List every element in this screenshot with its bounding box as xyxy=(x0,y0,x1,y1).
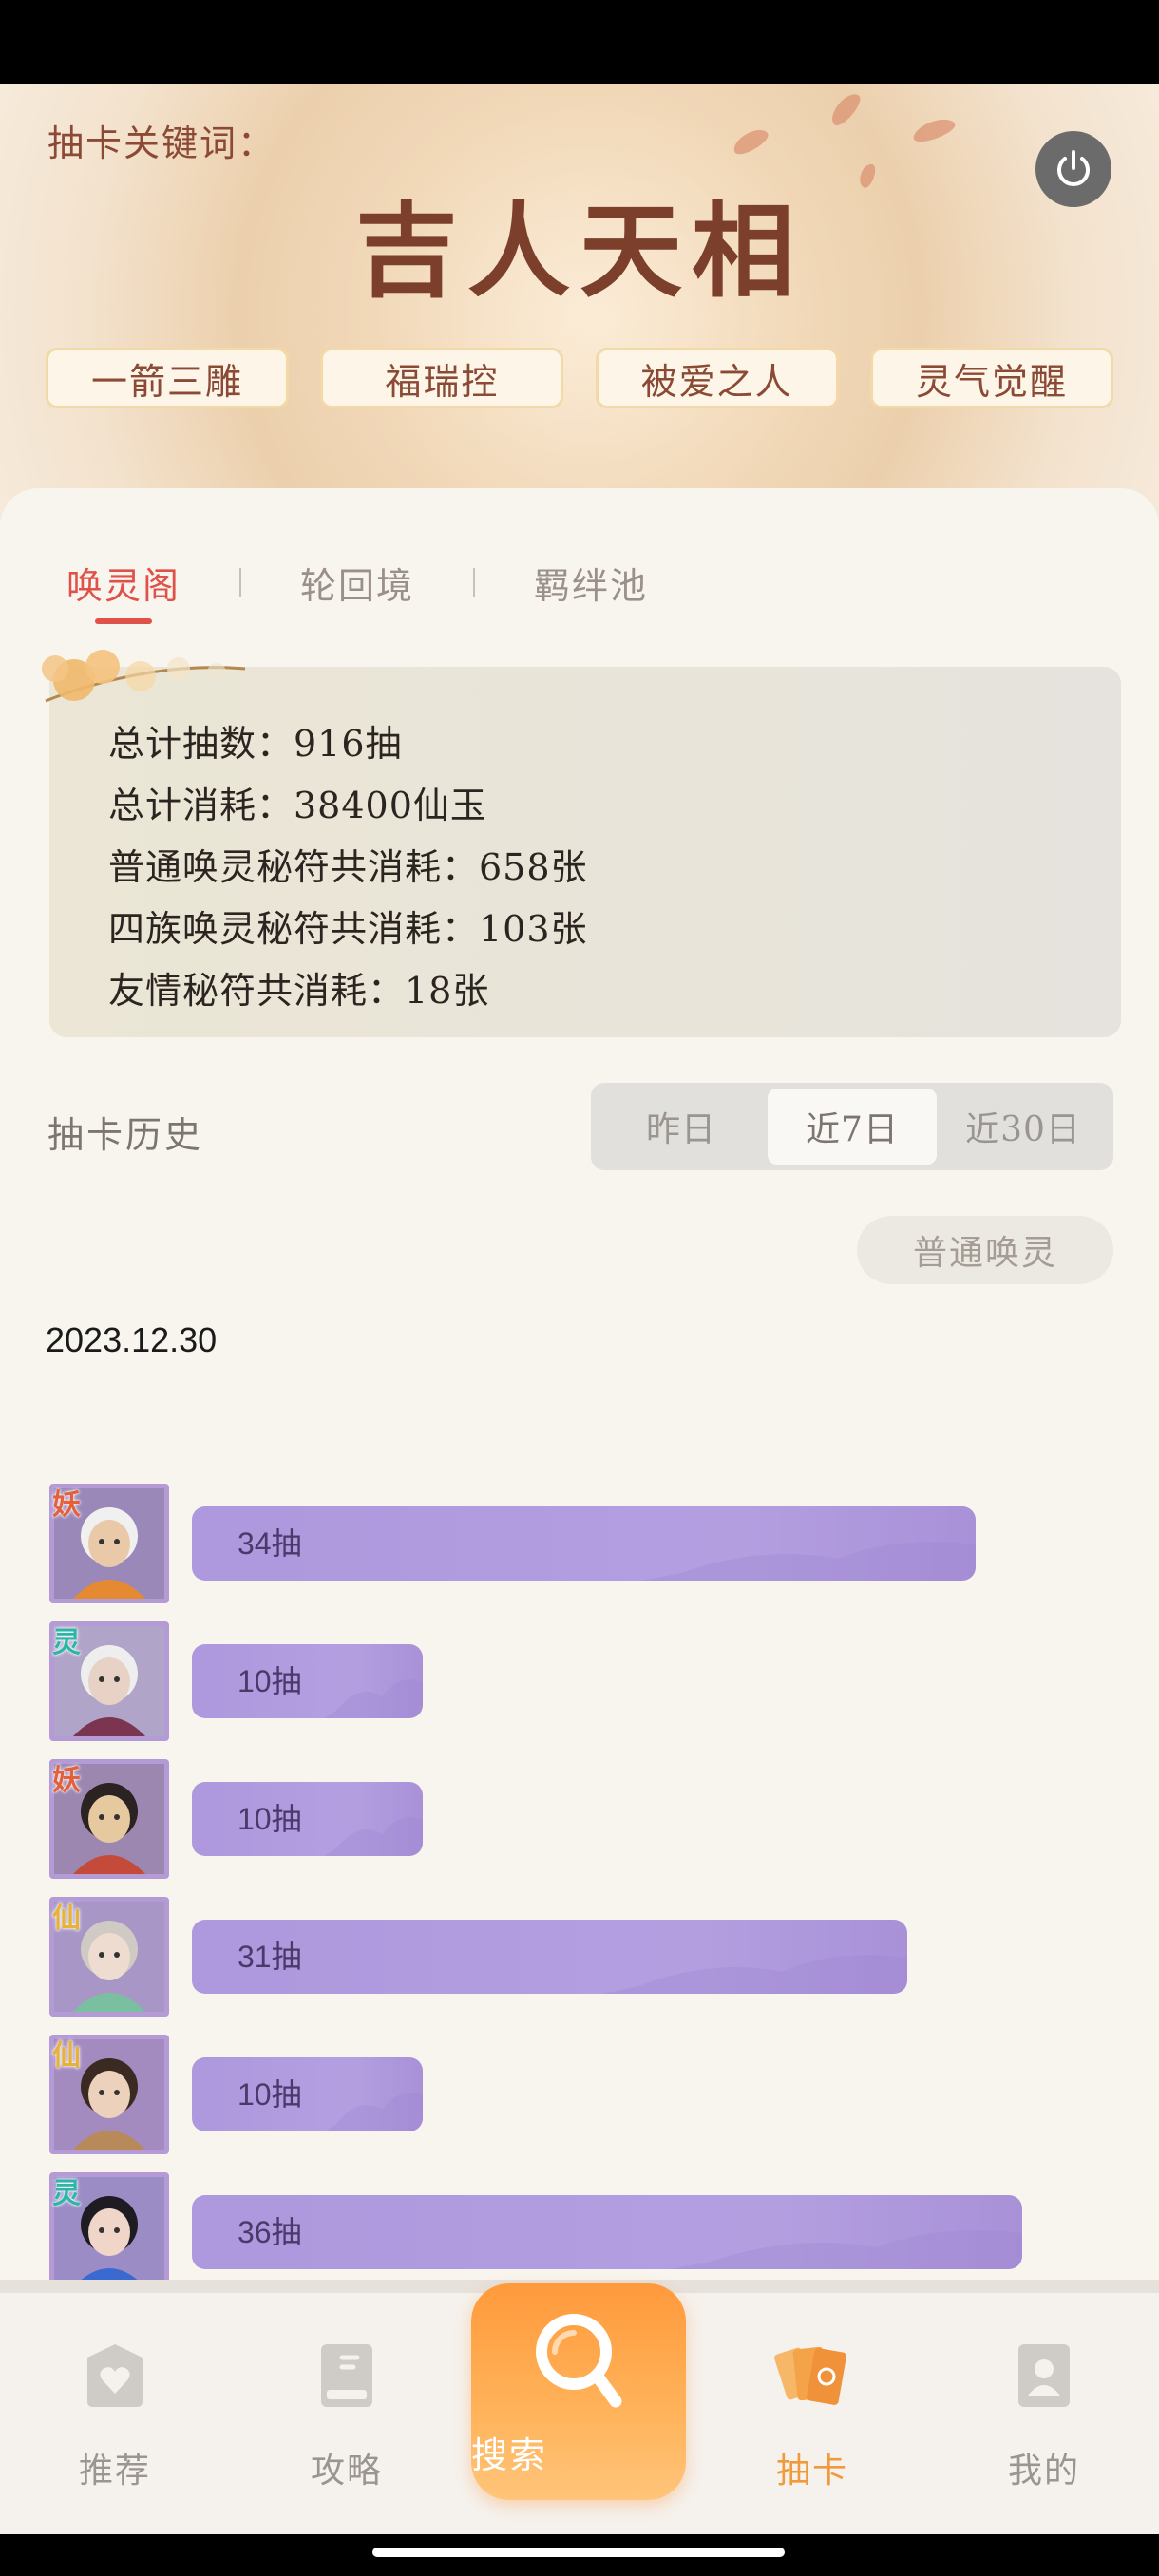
pull-count-label: 10抽 xyxy=(238,1802,302,1836)
keyword-title: 吉人天相 xyxy=(354,192,804,312)
range-selector: 昨日 近7日 近30日 xyxy=(591,1083,1113,1170)
petal-decoration xyxy=(826,88,864,130)
tab-label: 羁绊池 xyxy=(534,564,649,607)
faction-badge: 妖 xyxy=(52,1764,81,1797)
pull-count-bar: 31抽 xyxy=(192,1920,907,1994)
nav-label: 推荐 xyxy=(78,2452,151,2491)
status-bar xyxy=(0,0,1159,84)
tab-jiban[interactable]: 羁绊池 xyxy=(534,557,648,609)
keyword-tag[interactable]: 被爱之人 xyxy=(595,348,839,408)
nav-draw[interactable]: 抽卡 xyxy=(741,2340,884,2492)
pull-count-bar: 10抽 xyxy=(192,1644,423,1718)
tab-divider xyxy=(239,568,242,597)
history-row[interactable]: 妖 10抽 xyxy=(49,1759,1132,1883)
tab-lunhui[interactable]: 轮回境 xyxy=(300,557,414,609)
range-7-days[interactable]: 近7日 xyxy=(768,1089,937,1165)
pull-count-label: 34抽 xyxy=(238,1526,302,1561)
nav-label: 攻略 xyxy=(310,2452,383,2491)
cloud-pattern-icon xyxy=(669,2230,1022,2269)
history-row[interactable]: 仙 10抽 xyxy=(49,2035,1132,2158)
stat-total-pulls: 总计抽数：916抽 xyxy=(108,723,403,765)
power-button[interactable] xyxy=(1036,131,1112,207)
pull-count-bar: 10抽 xyxy=(192,2057,423,2131)
stat-friendship-talisman: 友情秘符共消耗：18张 xyxy=(108,970,490,1012)
faction-badge: 妖 xyxy=(52,1488,81,1522)
content-card: 唤灵阁 轮回境 羁绊池 总计抽数：916抽 总计消耗：38400仙玉 普通唤灵秘… xyxy=(0,488,1159,2292)
nav-label: 我的 xyxy=(1007,2452,1080,2491)
cloud-pattern-icon xyxy=(324,1679,423,1718)
blossom-decoration-icon xyxy=(42,650,246,703)
stats-panel: 总计抽数：916抽 总计消耗：38400仙玉 普通唤灵秘符共消耗：658张 四族… xyxy=(42,650,1121,1037)
faction-badge: 仙 xyxy=(52,1902,81,1935)
pull-count-bar: 10抽 xyxy=(192,1782,423,1856)
nav-label: 搜索 xyxy=(471,2434,548,2476)
pull-count-bar: 36抽 xyxy=(192,2195,1022,2269)
faction-badge: 灵 xyxy=(52,1626,81,1659)
keyword-tag[interactable]: 福瑞控 xyxy=(320,348,564,408)
keyword-header: 抽卡关键词： 吉人天相 一箭三雕 福瑞控 被爱之人 灵气觉醒 xyxy=(0,84,1159,521)
tab-huanling[interactable]: 唤灵阁 xyxy=(66,557,181,624)
search-icon xyxy=(536,2314,622,2408)
cloud-pattern-icon xyxy=(324,1817,423,1856)
pull-count-label: 31抽 xyxy=(238,1940,302,1974)
stat-clan-talisman: 四族唤灵秘符共消耗：103张 xyxy=(108,908,588,950)
keyword-tag[interactable]: 一箭三雕 xyxy=(46,348,289,408)
pull-count-label: 36抽 xyxy=(238,2215,302,2249)
tab-divider xyxy=(473,568,476,597)
heart-shield-icon xyxy=(87,2344,142,2407)
range-yesterday[interactable]: 昨日 xyxy=(597,1089,766,1165)
pool-tabs: 唤灵阁 轮回境 羁绊池 xyxy=(66,549,648,624)
nav-recommend[interactable]: 推荐 xyxy=(44,2340,186,2492)
cards-icon xyxy=(774,2346,846,2405)
book-icon xyxy=(321,2344,372,2407)
history-row[interactable]: 仙 31抽 xyxy=(49,1897,1132,2020)
pull-count-bar: 34抽 xyxy=(192,1506,976,1581)
keyword-tags: 一箭三雕 福瑞控 被爱之人 灵气觉醒 xyxy=(46,348,1113,410)
keyword-label: 抽卡关键词： xyxy=(48,123,276,164)
nav-search[interactable]: 搜索 xyxy=(471,2283,686,2500)
history-row[interactable]: 妖 34抽 xyxy=(49,1484,1132,1607)
range-30-days[interactable]: 近30日 xyxy=(939,1089,1108,1165)
petal-decoration xyxy=(910,114,958,146)
cloud-pattern-icon xyxy=(642,1542,976,1581)
history-row[interactable]: 灵 36抽 xyxy=(49,2172,1132,2296)
tab-label: 唤灵阁 xyxy=(66,564,181,607)
profile-icon xyxy=(1018,2344,1070,2407)
faction-badge: 仙 xyxy=(52,2039,81,2073)
nav-label: 抽卡 xyxy=(775,2452,848,2491)
nav-guide[interactable]: 攻略 xyxy=(276,2340,418,2492)
pull-count-label: 10抽 xyxy=(238,2077,302,2112)
summon-type-filter[interactable]: 普通唤灵 xyxy=(857,1216,1113,1284)
power-icon xyxy=(1057,150,1090,186)
history-row[interactable]: 灵 10抽 xyxy=(49,1621,1132,1745)
cloud-pattern-icon xyxy=(324,2093,423,2131)
history-title: 抽卡历史 xyxy=(48,1114,204,1156)
faction-badge: 灵 xyxy=(52,2177,81,2210)
bottom-nav: 推荐 攻略 搜索 抽卡 我的 xyxy=(0,2280,1159,2534)
stat-normal-talisman: 普通唤灵秘符共消耗：658张 xyxy=(108,846,588,888)
tab-label: 轮回境 xyxy=(300,564,415,607)
stat-total-cost: 总计消耗：38400仙玉 xyxy=(108,785,487,826)
app-screen: 抽卡关键词： 吉人天相 一箭三雕 福瑞控 被爱之人 灵气觉醒 唤灵阁 轮回境 羁… xyxy=(0,84,1159,2534)
home-indicator xyxy=(372,2548,785,2557)
tab-underline xyxy=(95,617,152,624)
pull-count-label: 10抽 xyxy=(238,1664,302,1698)
keyword-tag[interactable]: 灵气觉醒 xyxy=(869,348,1113,408)
history-date: 2023.12.30 xyxy=(46,1320,218,1359)
nav-profile[interactable]: 我的 xyxy=(973,2340,1115,2492)
